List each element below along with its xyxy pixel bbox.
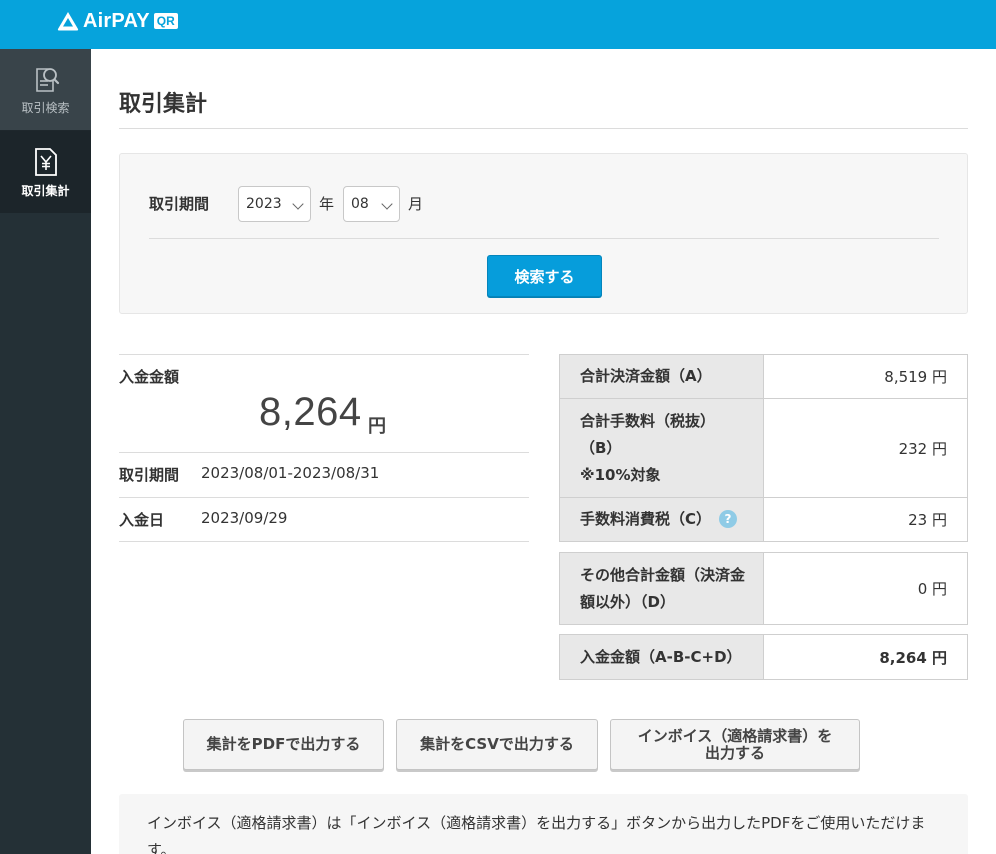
sidebar: 取引検索 取引集計 [0,49,91,854]
title-divider [119,128,968,129]
period-value: 2023/08/01-2023/08/31 [201,464,380,482]
deposit-amount-label: 入金金額 [119,368,180,386]
summary-divider [119,452,529,453]
help-icon[interactable]: ? [719,510,738,528]
fee-tax-value: 23 円 [763,497,968,542]
total-payment-value: 8,519 円 [763,354,968,399]
logo-text: AirPAY [83,9,150,32]
document-search-icon [35,68,59,92]
export-invoice-label-line: 出力する [704,743,765,762]
month-select[interactable]: 08 [343,186,400,222]
total-fee-label-line: 合計手数料（税抜） [580,411,716,430]
table-row: 入金金額（A-B-C+D） 8,264 円 [559,634,968,680]
sidebar-item-transaction-summary[interactable]: 取引集計 [0,131,91,213]
invoice-notice-text: インボイス（適格請求書）は「インボイス（適格請求書）を出力する」ボタンから出力し… [147,814,926,854]
sidebar-item-transaction-search[interactable]: 取引検索 [0,49,91,131]
year-select-value: 2023 [246,196,282,212]
year-unit: 年 [319,195,335,213]
other-amount-value: 0 円 [763,552,968,625]
summary-divider [119,497,529,498]
fee-tax-label-text: 手数料消費税（C） [580,510,712,528]
other-amount-label-line: 額以外）（D） [580,592,675,611]
search-panel-divider [149,238,939,239]
month-unit: 月 [408,195,424,213]
summary-divider [119,354,529,355]
export-csv-button[interactable]: 集計をCSVで出力する [396,719,598,770]
other-amount-table: その他合計金額（決済金 額以外）（D） 0 円 [559,552,968,625]
month-select-value: 08 [351,196,369,212]
airpay-logo-icon [57,12,79,31]
total-payment-label: 合計決済金額（A） [559,354,764,399]
breakdown-table: 合計決済金額（A） 8,519 円 合計手数料（税抜） （B） ※10%対象 2… [559,354,968,542]
deposit-date-value: 2023/09/29 [201,509,288,527]
table-row: 合計決済金額（A） 8,519 円 [559,354,968,399]
search-button[interactable]: 検索する [487,255,602,297]
page-title: 取引集計 [119,92,208,117]
table-row: その他合計金額（決済金 額以外）（D） 0 円 [559,552,968,625]
sidebar-item-label: 取引検索 [21,101,70,115]
deposit-amount-unit: 円 [368,416,386,437]
period-label: 取引期間 [149,195,210,213]
deposit-date-key: 入金日 [119,511,165,529]
year-select[interactable]: 2023 [238,186,311,222]
sidebar-item-label: 取引集計 [21,183,70,198]
yen-document-icon [34,147,57,176]
total-fee-value: 232 円 [763,398,968,498]
search-panel: 取引期間 2023 年 08 月 検索する [119,153,968,314]
fee-tax-label: 手数料消費税（C）? [559,497,764,542]
export-invoice-label-line: インボイス（適格請求書）を [637,726,833,745]
export-pdf-button[interactable]: 集計をPDFで出力する [183,719,384,770]
export-invoice-button[interactable]: インボイス（適格請求書）を 出力する [610,719,860,770]
deposit-total-label: 入金金額（A-B-C+D） [559,634,764,680]
logo-badge: QR [153,13,178,29]
deposit-total-table: 入金金額（A-B-C+D） 8,264 円 [559,634,968,680]
other-amount-label: その他合計金額（決済金 額以外）（D） [559,552,764,625]
deposit-amount-value: 8,264 [259,390,362,434]
period-key: 取引期間 [119,466,180,484]
total-fee-label-note: ※10%対象 [580,465,661,484]
chevron-down-icon [292,198,304,210]
summary-divider [119,541,529,542]
table-row: 手数料消費税（C）? 23 円 [559,497,968,542]
invoice-notice: インボイス（適格請求書）は「インボイス（適格請求書）を出力する」ボタンから出力し… [119,794,968,854]
chevron-down-icon [381,198,393,210]
total-fee-label-line: （B） [580,438,622,457]
other-amount-label-line: その他合計金額（決済金 [580,565,746,584]
deposit-total-value: 8,264 円 [763,634,968,680]
total-fee-label: 合計手数料（税抜） （B） ※10%対象 [559,398,764,498]
table-row: 合計手数料（税抜） （B） ※10%対象 232 円 [559,398,968,498]
top-header: AirPAY QR [0,0,996,49]
airpay-logo[interactable]: AirPAY QR [56,9,178,33]
